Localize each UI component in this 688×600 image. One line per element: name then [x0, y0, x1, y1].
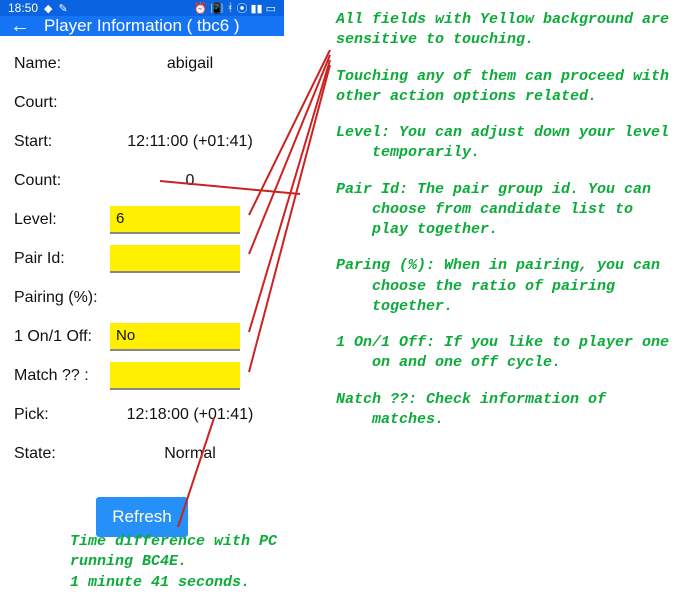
ann-touch: Touching any of them can proceed with ot… [336, 67, 676, 108]
annotation-bottom: Time difference with PC running BC4E. 1 … [70, 532, 310, 593]
row-start: Start: 12:11:00 (+01:41) [14, 124, 270, 159]
signal-icon: ▮▮ [250, 2, 262, 15]
row-pairid: Pair Id: [14, 241, 270, 276]
card-icon: ◆ [44, 2, 52, 15]
bluetooth-icon: ᚼ [227, 2, 234, 14]
ann-pairid: Pair Id: The pair group id. You can choo… [336, 180, 676, 241]
status-bar: 18:50 ◆ ✎ ⏰ 📳 ᚼ ⦿ ▮▮ ▭ [0, 0, 284, 16]
onoff-input[interactable] [110, 323, 240, 351]
row-pick: Pick: 12:18:00 (+01:41) [14, 397, 270, 432]
level-label: Level: [14, 211, 110, 229]
app-bar: ← Player Information ( tbc6 ) [0, 16, 284, 36]
vibrate-icon: 📳 [210, 2, 224, 15]
pick-value: 12:18:00 (+01:41) [110, 406, 270, 424]
status-time: 18:50 [8, 1, 38, 15]
name-label: Name: [14, 55, 110, 73]
name-value: abigail [110, 55, 270, 73]
court-label: Court: [14, 94, 110, 112]
alarm-icon: ⏰ [193, 2, 207, 15]
ann-level: Level: You can adjust down your level te… [336, 123, 676, 164]
app-title: Player Information ( tbc6 ) [44, 16, 240, 36]
start-value: 12:11:00 (+01:41) [110, 133, 270, 151]
level-input[interactable] [110, 206, 240, 234]
row-state: State: Normal [14, 436, 270, 471]
row-onoff: 1 On/1 Off: [14, 319, 270, 354]
count-value: 0 [110, 172, 270, 190]
state-value: Normal [110, 445, 270, 463]
count-label: Count: [14, 172, 110, 190]
annotation-right: All fields with Yellow background are se… [336, 10, 676, 446]
onoff-label: 1 On/1 Off: [14, 328, 110, 346]
player-form: Name: abigail Court: Start: 12:11:00 (+0… [0, 36, 284, 545]
pairid-label: Pair Id: [14, 250, 110, 268]
row-pairing: Pairing (%): [14, 280, 270, 315]
ann-bottom-text: Time difference with PC running BC4E. 1 … [70, 533, 277, 591]
match-label: Match ?? : [14, 367, 110, 385]
ann-intro: All fields with Yellow background are se… [336, 10, 676, 51]
match-input[interactable] [110, 362, 240, 390]
row-name: Name: abigail [14, 46, 270, 81]
pick-label: Pick: [14, 406, 110, 424]
phone-frame: 18:50 ◆ ✎ ⏰ 📳 ᚼ ⦿ ▮▮ ▭ ← Player Informat… [0, 0, 284, 532]
edit-icon: ✎ [59, 2, 68, 15]
row-match: Match ?? : [14, 358, 270, 393]
refresh-button[interactable]: Refresh [96, 497, 188, 537]
row-court: Court: [14, 85, 270, 120]
battery-icon: ▭ [266, 2, 276, 15]
pairing-label: Pairing (%): [14, 289, 110, 307]
pairid-input[interactable] [110, 245, 240, 273]
row-count: Count: 0 [14, 163, 270, 198]
wifi-icon: ⦿ [236, 0, 247, 16]
row-level: Level: [14, 202, 270, 237]
ann-match: Natch ??: Check information of matches. [336, 390, 676, 431]
start-label: Start: [14, 133, 110, 151]
state-label: State: [14, 445, 110, 463]
ann-onoff: 1 On/1 Off: If you like to player one on… [336, 333, 676, 374]
ann-pairing: Paring (%): When in pairing, you can cho… [336, 256, 676, 317]
back-arrow-icon[interactable]: ← [10, 16, 30, 36]
